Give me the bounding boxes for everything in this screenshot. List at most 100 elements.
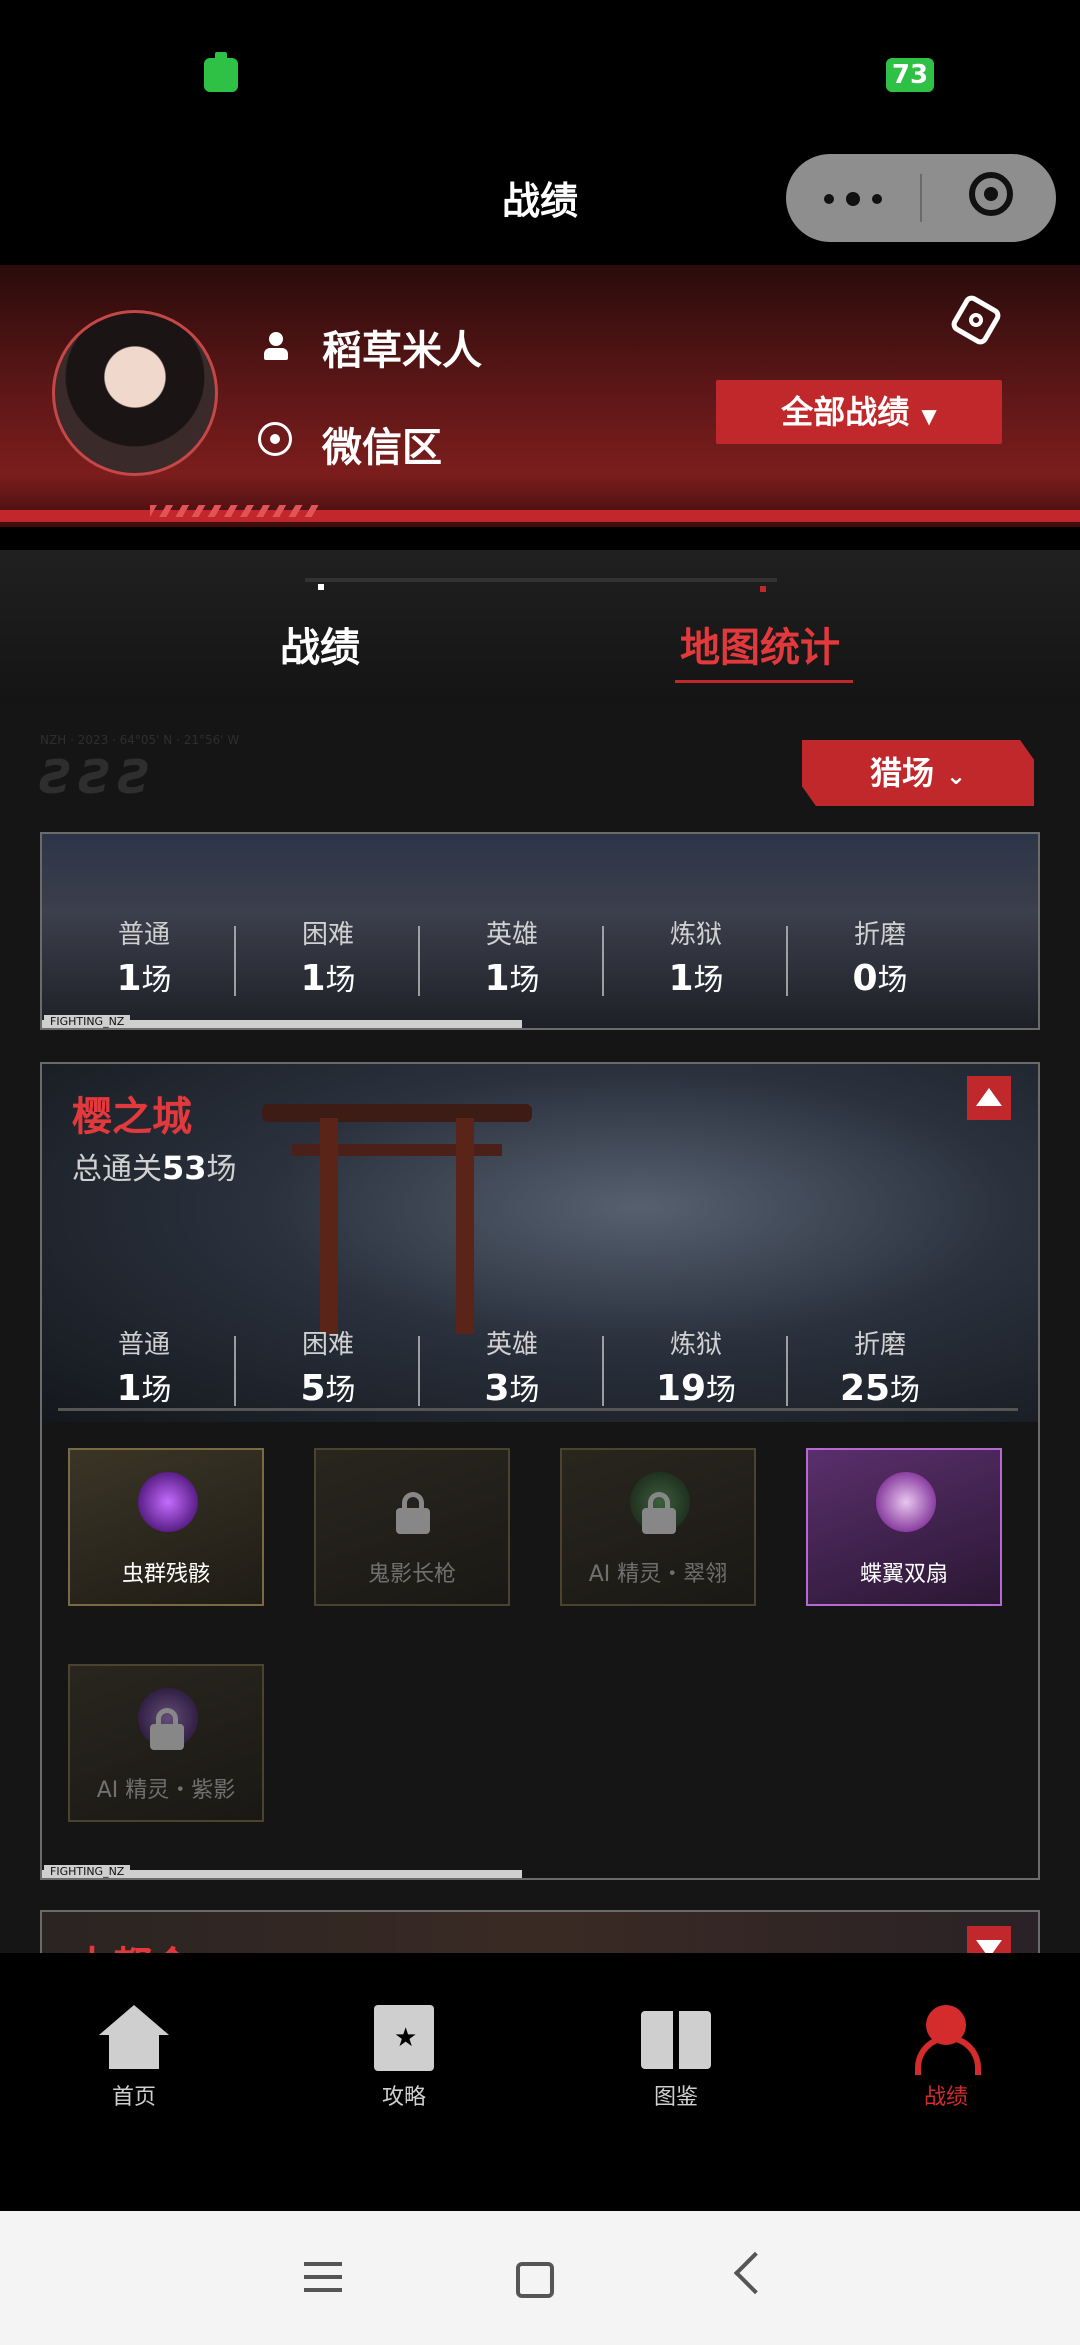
tab-indicator-marker (760, 586, 766, 592)
stat-normal: 普通 1场 (52, 1324, 236, 1409)
stat-count: 0 (852, 958, 878, 999)
item-name: 虫群残骸 (121, 1562, 210, 1587)
item-card[interactable]: 鬼影长枪 (314, 1448, 510, 1606)
swarm-remains-icon (138, 1472, 198, 1532)
stat-count: 1 (300, 958, 326, 999)
region-icon (258, 422, 292, 456)
nav-label: 攻略 (381, 2085, 426, 2110)
stat-hero: 英雄 3场 (420, 1324, 604, 1409)
card-footer-label: FIGHTING_NZ (44, 1015, 131, 1028)
nav-label: 战绩 (923, 2085, 968, 2110)
item-card[interactable]: 虫群残骸 (68, 1448, 264, 1606)
stat-torment: 折磨 25场 (788, 1324, 972, 1409)
active-tab-underline (675, 680, 853, 683)
tab-indicator-track (305, 578, 777, 582)
difficulty-stats: 普通 1场 困难 5场 英雄 3场 炼狱 19场 折磨 25场 (52, 1324, 972, 1409)
difficulty-stats: 普通 1场 困难 1场 英雄 1场 炼狱 1场 折磨 0场 (52, 914, 972, 999)
user-icon (911, 2005, 981, 2075)
stat-label: 英雄 (485, 920, 538, 950)
nav-codex[interactable]: 图鉴 (586, 2005, 766, 2111)
more-icon[interactable] (824, 192, 884, 206)
map-card-sakura-city: 樱之城 总通关53场 普通 1场 困难 5场 英雄 3场 炼狱 19场 折磨 25场 虫群… (40, 1062, 1040, 1880)
item-name: AI 精灵・紫影 (96, 1778, 236, 1803)
stat-unit: 场 (706, 1373, 737, 1408)
stat-label: 困难 (301, 1330, 354, 1360)
user-icon (260, 330, 292, 362)
nav-label: 图鉴 (653, 2085, 698, 2110)
item-card[interactable]: 蝶翼双扇 (806, 1448, 1002, 1606)
card-footer-label: FIGHTING_NZ (44, 1865, 131, 1878)
torii-gate-illustration (262, 1104, 532, 1334)
stat-count: 1 (484, 958, 510, 999)
stat-count: 1 (668, 958, 694, 999)
tab-bar (0, 550, 1080, 705)
decor-coordinates: NZH · 2023 · 64°05' N · 21°56' W (40, 733, 240, 747)
tab-records[interactable]: 战绩 (200, 615, 440, 673)
stat-unit: 场 (877, 963, 908, 998)
stat-normal: 普通 1场 (52, 914, 236, 999)
stat-count: 3 (484, 1368, 510, 1409)
dropdown-arrow-icon: ▼ (921, 404, 937, 428)
stat-label: 折磨 (853, 920, 906, 950)
item-name: 蝶翼双扇 (859, 1562, 948, 1587)
open-book-icon (641, 2005, 711, 2071)
recent-apps-icon[interactable] (304, 2262, 342, 2292)
nav-label: 首页 (111, 2085, 156, 2110)
stat-unit: 场 (509, 963, 540, 998)
item-card[interactable]: AI 精灵・紫影 (68, 1664, 264, 1822)
stat-label: 英雄 (485, 1330, 538, 1360)
banner-progress-line (58, 1408, 1018, 1411)
nav-guide[interactable]: 攻略 (314, 2005, 494, 2111)
item-name: AI 精灵・翠翎 (588, 1562, 728, 1587)
all-records-label: 全部战绩 (781, 393, 910, 431)
collapse-button[interactable] (967, 1076, 1011, 1120)
total-clears-unit: 场 (206, 1152, 237, 1187)
stat-label: 普通 (117, 920, 170, 950)
map-card-previous[interactable]: 普通 1场 困难 1场 英雄 1场 炼狱 1场 折磨 0场 FIGHTING_NZ (40, 832, 1040, 1030)
stat-label: 折磨 (853, 1330, 906, 1360)
stat-count: 1 (116, 1368, 142, 1409)
tab-map-stats[interactable]: 地图统计 (660, 615, 860, 673)
stat-inferno: 炼狱 19场 (604, 1324, 788, 1409)
stat-unit: 场 (141, 963, 172, 998)
stat-unit: 场 (325, 1373, 356, 1408)
stat-inferno: 炼狱 1场 (604, 914, 788, 999)
stat-label: 普通 (117, 1330, 170, 1360)
total-clears-prefix: 总通关 (72, 1152, 162, 1187)
stat-count: 1 (116, 958, 142, 999)
lock-icon (150, 1708, 184, 1750)
stat-label: 困难 (301, 920, 354, 950)
stat-torment: 折磨 0场 (788, 914, 972, 999)
nav-home[interactable]: 首页 (44, 2005, 224, 2111)
battery-level-badge: 73 (886, 58, 934, 92)
decor-stripes (150, 505, 320, 517)
nav-records[interactable]: 战绩 (856, 2005, 1036, 2111)
close-miniprogram-icon[interactable] (969, 172, 1013, 216)
battery-saver-icon (204, 52, 238, 92)
lock-icon (396, 1492, 430, 1534)
home-icon (99, 2005, 169, 2071)
mode-filter-label: 猎场 (869, 754, 934, 792)
stat-hard: 困难 1场 (236, 914, 420, 999)
map-name: 樱之城 (72, 1094, 192, 1140)
stat-hero: 英雄 1场 (420, 914, 604, 999)
guide-book-icon (374, 2005, 434, 2071)
total-clears: 总通关53场 (72, 1144, 237, 1188)
stat-unit: 场 (509, 1373, 540, 1408)
miniprogram-capsule (786, 154, 1056, 242)
stat-hard: 困难 5场 (236, 1324, 420, 1409)
total-clears-count: 53 (162, 1149, 207, 1187)
stat-unit: 场 (693, 963, 724, 998)
chevron-down-icon: ⌄ (945, 762, 967, 790)
lock-icon (642, 1492, 676, 1534)
item-card[interactable]: AI 精灵・翠翎 (560, 1448, 756, 1606)
capsule-divider (920, 174, 922, 222)
map-banner-image: 樱之城 总通关53场 普通 1场 困难 5场 英雄 3场 炼狱 19场 折磨 25场 (42, 1064, 1038, 1422)
region-name: 微信区 (322, 425, 442, 471)
home-button-icon[interactable] (516, 2262, 554, 2298)
avatar[interactable] (52, 310, 218, 476)
stat-count: 5 (300, 1368, 326, 1409)
mode-filter-button[interactable]: 猎场 ⌄ (802, 740, 1034, 806)
user-name: 稻草米人 (322, 328, 482, 374)
all-records-dropdown[interactable]: 全部战绩 ▼ (716, 380, 1002, 444)
